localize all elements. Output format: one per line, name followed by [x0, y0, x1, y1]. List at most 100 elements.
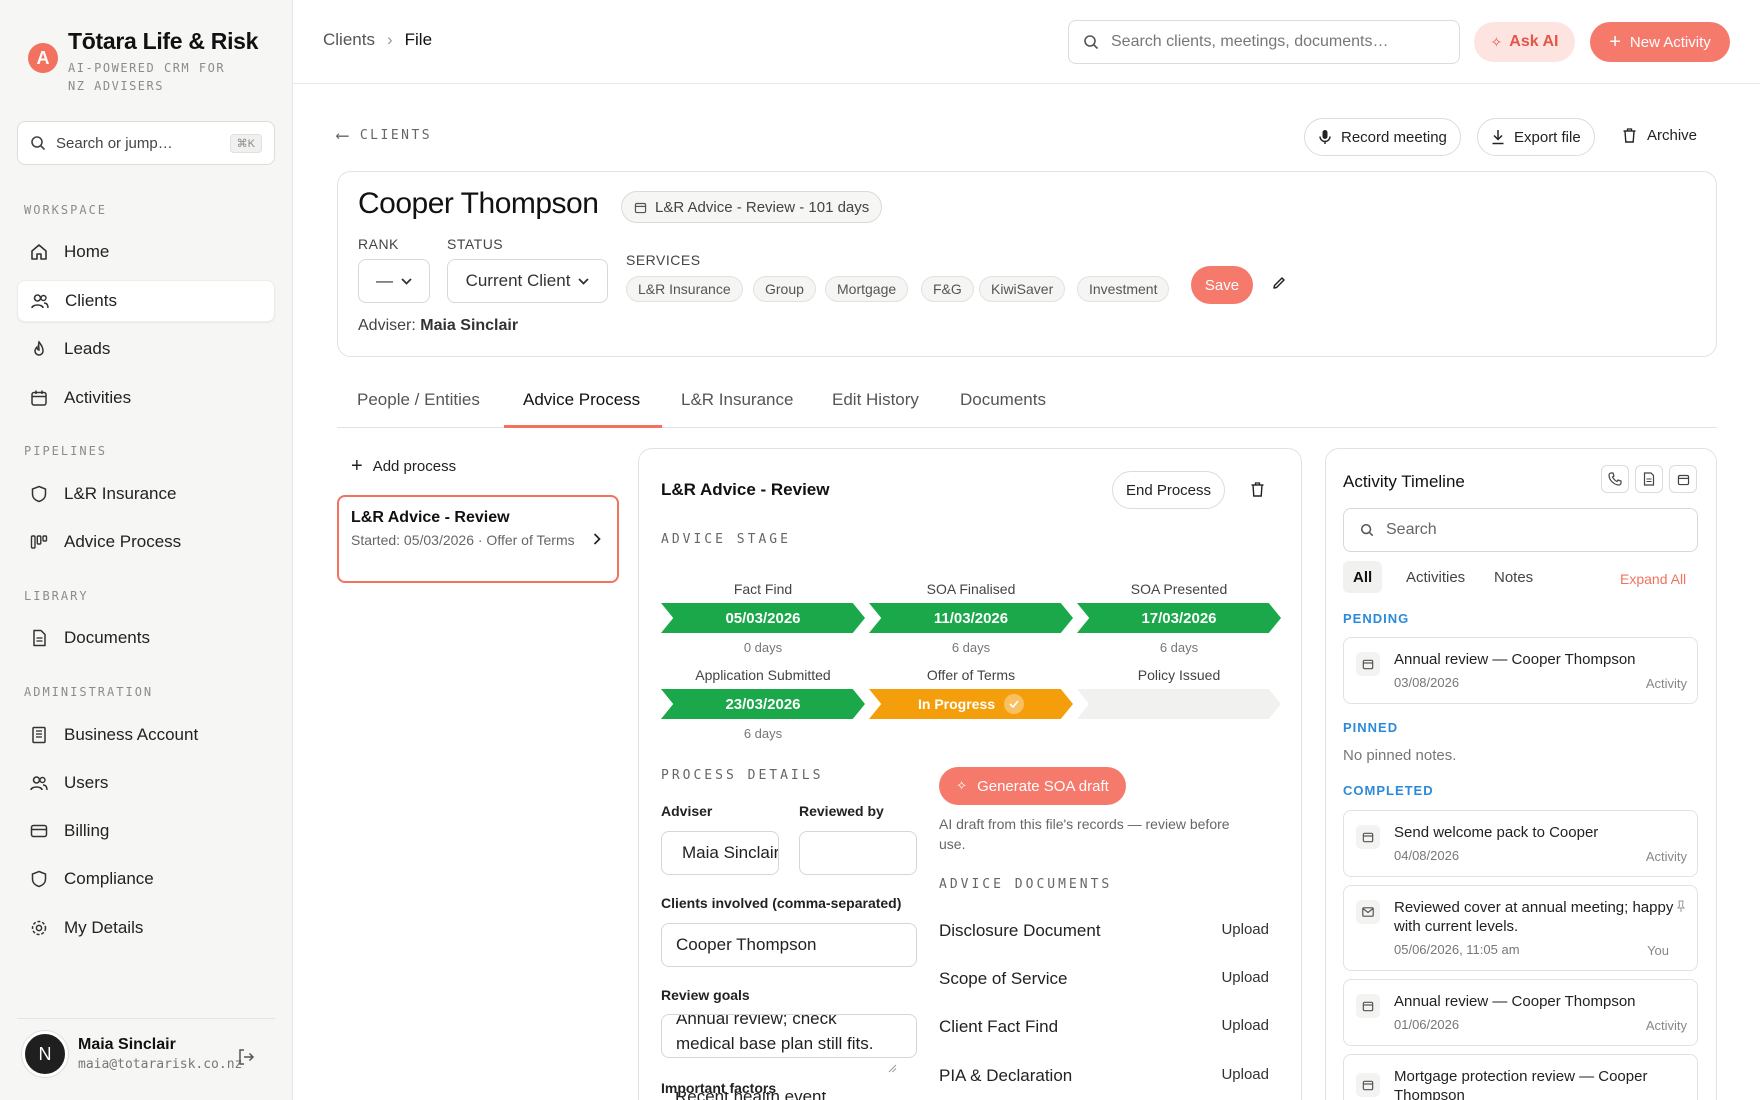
- sidebar-item-business-account[interactable]: Business Account: [17, 714, 275, 756]
- sidebar-search-placeholder: Search or jump…: [56, 134, 173, 152]
- timeline-card-date: 05/06/2026, 11:05 am: [1394, 942, 1520, 957]
- resize-handle-icon[interactable]: [887, 1063, 897, 1073]
- adviser-select[interactable]: Maia Sinclair: [661, 831, 779, 875]
- sidebar-item-label: L&R Insurance: [64, 484, 177, 503]
- stage-soa-presented[interactable]: SOA Presented 17/03/2026 6 days: [1077, 581, 1281, 655]
- sidebar-item-compliance[interactable]: Compliance: [17, 858, 275, 900]
- review-goals-textarea[interactable]: Annual review; check medical base plan s…: [661, 1014, 917, 1058]
- search-icon: [1084, 35, 1099, 50]
- sidebar-item-home[interactable]: Home: [17, 231, 275, 273]
- tab-people-entities[interactable]: People / Entities: [357, 390, 480, 410]
- sidebar-item-lr-insurance[interactable]: L&R Insurance: [17, 473, 275, 515]
- rank-label: RANK: [358, 236, 399, 252]
- gear-icon: [30, 919, 48, 937]
- logout-icon[interactable]: [236, 1047, 256, 1067]
- pencil-icon[interactable]: [1272, 276, 1286, 290]
- upload-button[interactable]: Upload: [1221, 1066, 1269, 1086]
- breadcrumb-clients[interactable]: Clients: [323, 30, 375, 50]
- sidebar-item-advice-process[interactable]: Advice Process: [17, 521, 275, 563]
- ask-ai-button[interactable]: ✧ Ask AI: [1474, 22, 1575, 62]
- record-meeting-button[interactable]: Record meeting: [1304, 118, 1461, 156]
- upload-button[interactable]: Upload: [1221, 969, 1269, 989]
- timeline-card[interactable]: Annual review — Cooper Thompson 03/08/20…: [1343, 637, 1698, 704]
- stage-days: 6 days: [1159, 640, 1199, 655]
- archive-button[interactable]: Archive: [1623, 127, 1697, 144]
- new-activity-label: New Activity: [1629, 33, 1711, 51]
- status-select[interactable]: Current Client: [447, 259, 608, 303]
- sidebar-item-documents[interactable]: Documents: [17, 617, 275, 659]
- note-icon[interactable]: [1635, 465, 1663, 493]
- client-card: Cooper Thompson L&R Advice - Review - 10…: [337, 171, 1717, 357]
- generate-soa-label: Generate SOA draft: [977, 777, 1109, 795]
- advice-document-row: PIA & Declaration Upload: [939, 1066, 1269, 1086]
- upload-button[interactable]: Upload: [1221, 1017, 1269, 1037]
- sidebar-item-clients[interactable]: Clients: [17, 280, 275, 322]
- timeline-card[interactable]: Send welcome pack to Cooper 04/08/2026 A…: [1343, 810, 1698, 877]
- timeline-card[interactable]: Mortgage protection review — Cooper Thom…: [1343, 1054, 1698, 1100]
- client-name: Cooper Thompson: [358, 187, 599, 220]
- filter-all[interactable]: All: [1343, 561, 1383, 593]
- sidebar-item-my-details[interactable]: My Details: [17, 907, 275, 949]
- add-process-button[interactable]: + Add process: [351, 455, 456, 478]
- pinned-section-label: PINNED: [1343, 720, 1399, 735]
- service-pill-group[interactable]: Group: [753, 276, 816, 302]
- rank-select[interactable]: —: [358, 259, 430, 303]
- phone-icon[interactable]: [1601, 465, 1629, 493]
- review-goals-label: Review goals: [661, 987, 750, 1003]
- stage-offer-of-terms[interactable]: Offer of Terms In Progress: [869, 667, 1073, 719]
- stage-fact-find[interactable]: Fact Find 05/03/2026 0 days: [661, 581, 865, 655]
- filter-activities[interactable]: Activities: [1396, 561, 1475, 593]
- sidebar: A Tōtara Life & Risk AI-POWERED CRM FOR …: [0, 0, 293, 1100]
- important-factors-value[interactable]: Recent health event: [675, 1092, 905, 1100]
- stage-application-submitted[interactable]: Application Submitted 23/03/2026 6 days: [661, 667, 865, 741]
- sidebar-search-input[interactable]: Search or jump… ⌘K: [17, 121, 275, 165]
- calendar-icon[interactable]: [1669, 465, 1697, 493]
- back-to-clients-link[interactable]: ⟵ CLIENTS: [337, 125, 432, 146]
- chevron-right-icon: [593, 533, 601, 545]
- stage-soa-finalised[interactable]: SOA Finalised 11/03/2026 6 days: [869, 581, 1073, 655]
- timeline-card-date: 01/06/2026: [1394, 1017, 1460, 1032]
- user-card[interactable]: N Maia Sinclair maia@totararisk.co.nz: [22, 1031, 262, 1077]
- upload-button[interactable]: Upload: [1221, 921, 1269, 941]
- filter-notes[interactable]: Notes: [1484, 561, 1543, 593]
- tab-advice-process[interactable]: Advice Process: [523, 390, 640, 410]
- expand-all-button[interactable]: Expand All: [1620, 571, 1686, 587]
- pin-icon[interactable]: [1677, 900, 1685, 913]
- service-pill-lr-insurance[interactable]: L&R Insurance: [626, 276, 743, 302]
- timeline-card[interactable]: Annual review — Cooper Thompson 01/06/20…: [1343, 979, 1698, 1046]
- sidebar-item-label: Home: [64, 242, 110, 261]
- global-search-input[interactable]: Search clients, meetings, documents…: [1068, 20, 1460, 64]
- timeline-card[interactable]: Reviewed cover at annual meeting; happy …: [1343, 885, 1698, 971]
- tab-lr-insurance[interactable]: L&R Insurance: [681, 390, 793, 410]
- generate-soa-draft-button[interactable]: ✧ Generate SOA draft: [939, 767, 1126, 805]
- stage-policy-issued[interactable]: Policy Issued: [1077, 667, 1281, 719]
- completed-section-label: COMPLETED: [1343, 783, 1434, 798]
- process-list-item[interactable]: L&R Advice - Review Started: 05/03/2026 …: [337, 495, 619, 583]
- clients-involved-field[interactable]: Cooper Thompson: [661, 923, 917, 967]
- end-process-button[interactable]: End Process: [1112, 471, 1225, 509]
- sidebar-item-users[interactable]: Users: [17, 762, 275, 804]
- process-badge[interactable]: L&R Advice - Review - 101 days: [621, 191, 883, 223]
- reviewed-by-field[interactable]: [799, 831, 917, 875]
- sidebar-item-activities[interactable]: Activities: [17, 377, 275, 419]
- service-pill-kiwisaver[interactable]: KiwiSaver: [979, 276, 1066, 302]
- sidebar-item-label: Leads: [64, 339, 111, 358]
- calendar-icon: [634, 201, 647, 214]
- timeline-search-input[interactable]: Search: [1343, 508, 1698, 552]
- save-button[interactable]: Save: [1191, 266, 1253, 304]
- brand[interactable]: A Tōtara Life & Risk AI-POWERED CRM FOR …: [28, 28, 258, 95]
- sparkle-icon: ✧: [956, 778, 968, 793]
- service-pill-mortgage[interactable]: Mortgage: [825, 276, 909, 302]
- service-pill-fg[interactable]: F&G: [921, 276, 974, 302]
- sidebar-item-leads[interactable]: Leads: [17, 328, 275, 370]
- new-activity-button[interactable]: + New Activity: [1590, 22, 1730, 62]
- tab-documents[interactable]: Documents: [960, 390, 1046, 410]
- shortcut-badge: ⌘K: [229, 133, 262, 153]
- trash-icon[interactable]: [1251, 482, 1264, 497]
- timeline-card-kind: Activity: [1645, 1018, 1687, 1033]
- global-search-placeholder: Search clients, meetings, documents…: [1111, 33, 1389, 50]
- sidebar-item-billing[interactable]: Billing: [17, 810, 275, 852]
- service-pill-investment[interactable]: Investment: [1077, 276, 1170, 302]
- tab-edit-history[interactable]: Edit History: [832, 390, 919, 410]
- export-file-button[interactable]: Export file: [1477, 118, 1595, 156]
